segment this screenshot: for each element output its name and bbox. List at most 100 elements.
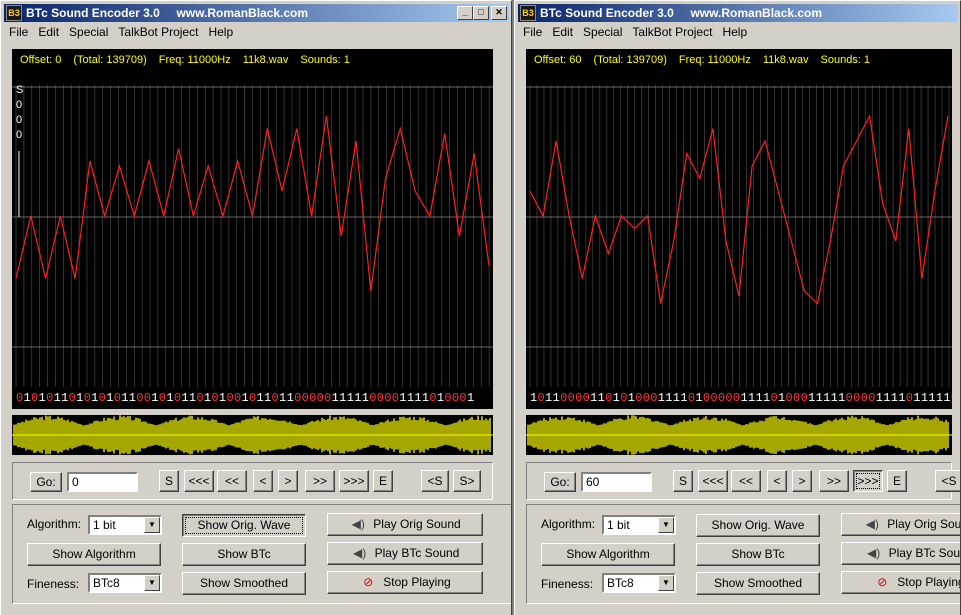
stop-playing-button[interactable]: ⊘ Stop Playing (327, 571, 483, 594)
overview-waveform[interactable] (12, 415, 493, 455)
show-orig-wave-button[interactable]: Show Orig. Wave (182, 514, 306, 537)
show-btc-button[interactable]: Show BTc (696, 543, 820, 566)
bit-value: 0 (324, 391, 332, 405)
bit-value: 1 (399, 391, 407, 405)
bit-value: 0 (384, 391, 392, 405)
waveform-display[interactable] (526, 71, 952, 387)
waveform-display[interactable]: S 0 0 0 (12, 71, 493, 387)
algorithm-select[interactable]: 1 bit ▼ (602, 515, 676, 535)
nav-button-fast-back-2[interactable]: << (731, 470, 761, 492)
navigation-panel: Go: 0 S <<< << < > >> >>> E <S S> (12, 462, 493, 500)
nav-button-prev-sound[interactable]: <S (935, 470, 960, 492)
bit-value: 1 (286, 391, 295, 405)
maximize-icon[interactable]: □ (473, 6, 489, 20)
nav-button-end[interactable]: E (373, 470, 393, 492)
play-btc-sound-button[interactable]: ◀) Play BTc Sound (841, 542, 960, 565)
title-bar[interactable]: B3 BTc Sound Encoder 3.0 www.RomanBlack.c… (518, 4, 958, 22)
bit-value: 1 (23, 391, 32, 405)
chevron-down-icon[interactable]: ▼ (658, 575, 674, 591)
minimize-icon[interactable]: _ (457, 6, 473, 20)
go-button[interactable]: Go: (544, 472, 576, 492)
go-button[interactable]: Go: (30, 472, 62, 492)
fineness-value: BTc8 (93, 576, 120, 590)
stop-sign-icon: ⊘ (363, 575, 374, 589)
speaker-icon: ◀) (865, 517, 879, 531)
bit-value: 1 (815, 391, 824, 405)
fineness-label: Fineness: (541, 577, 594, 591)
app-icon[interactable]: B3 (520, 5, 536, 21)
bit-value: 1 (530, 391, 538, 405)
nav-button-forward[interactable]: > (278, 470, 298, 492)
title-bar[interactable]: B3 BTc Sound Encoder 3.0 www.RomanBlack.c… (4, 4, 509, 22)
nav-button-back[interactable]: < (253, 470, 273, 492)
info-strip: Offset: 60 (Total: 139709) Freq: 11000Hz 11… (526, 49, 952, 71)
nav-button-fast-back-3[interactable]: <<< (184, 470, 214, 492)
menu-item-help[interactable]: Help (717, 23, 752, 42)
bit-value: 0 (68, 391, 77, 405)
show-orig-wave-button[interactable]: Show Orig. Wave (696, 514, 820, 537)
menu-item-talkbot-project[interactable]: TalkBot Project (113, 23, 203, 42)
bit-value: 0 (429, 391, 437, 405)
nav-button-fast-forward-3[interactable]: >>> (853, 470, 883, 492)
vertical-label-char: 0 (16, 129, 22, 141)
nav-button-back[interactable]: < (767, 470, 787, 492)
app-icon[interactable]: B3 (6, 5, 22, 21)
menu-item-edit[interactable]: Edit (33, 23, 64, 42)
play-orig-sound-button[interactable]: ◀) Play Orig Sound (841, 513, 961, 536)
nav-button-fast-forward-2[interactable]: >> (819, 470, 849, 492)
menu-item-special[interactable]: Special (578, 23, 627, 42)
speaker-icon: ◀) (867, 546, 881, 560)
show-algorithm-button[interactable]: Show Algorithm (541, 543, 675, 566)
nav-button-fast-forward-2[interactable]: >> (305, 470, 335, 492)
nav-button-next-sound[interactable]: S> (453, 470, 481, 492)
close-icon[interactable]: ✕ (491, 6, 507, 20)
fineness-select[interactable]: BTc8 ▼ (88, 573, 162, 593)
nav-button-start[interactable]: S (673, 470, 693, 492)
play-btc-sound-button[interactable]: ◀) Play BTc Sound (327, 542, 483, 565)
chevron-down-icon[interactable]: ▼ (144, 575, 160, 591)
algorithm-select[interactable]: 1 bit ▼ (88, 515, 162, 535)
show-smoothed-button[interactable]: Show Smoothed (182, 572, 306, 595)
overview-svg (526, 415, 952, 455)
offset-input[interactable]: 60 (581, 472, 652, 492)
bit-value: 0 (582, 391, 591, 405)
info-freq: Freq: 11000Hz (158, 54, 231, 66)
menu-item-edit[interactable]: Edit (547, 23, 578, 42)
stop-playing-button[interactable]: ⊘ Stop Playing (841, 571, 960, 594)
menu-item-help[interactable]: Help (203, 23, 238, 42)
offset-input[interactable]: 0 (67, 472, 138, 492)
button-label: Play Orig Sound (373, 517, 461, 531)
info-total: (Total: 139709) (73, 54, 147, 66)
vertical-label-char: 0 (16, 114, 22, 126)
nav-button-prev-sound[interactable]: <S (421, 470, 449, 492)
menu-item-file[interactable]: File (4, 23, 33, 42)
nav-button-end[interactable]: E (887, 470, 907, 492)
overview-svg (12, 415, 493, 455)
show-algorithm-button[interactable]: Show Algorithm (27, 543, 161, 566)
nav-button-fast-back-2[interactable]: << (217, 470, 247, 492)
fineness-select[interactable]: BTc8 ▼ (602, 573, 676, 593)
play-orig-sound-button[interactable]: ◀) Play Orig Sound (327, 513, 483, 536)
menu-item-talkbot-project[interactable]: TalkBot Project (627, 23, 717, 42)
button-label: Play Orig Sound (887, 517, 961, 531)
bit-value: 1 (279, 391, 287, 405)
nav-button-start[interactable]: S (159, 470, 179, 492)
bit-value: 1 (339, 391, 347, 405)
menu-item-special[interactable]: Special (64, 23, 113, 42)
speaker-icon: ◀) (351, 517, 365, 531)
bit-value: 1 (762, 391, 771, 405)
chevron-down-icon[interactable]: ▼ (658, 517, 674, 533)
show-smoothed-button[interactable]: Show Smoothed (696, 572, 820, 595)
bit-value: 0 (271, 391, 280, 405)
bit-value: 0 (793, 391, 801, 405)
chevron-down-icon[interactable]: ▼ (144, 517, 160, 533)
show-btc-button[interactable]: Show BTc (182, 543, 306, 566)
bit-value: 1 (38, 391, 47, 405)
nav-button-forward[interactable]: > (792, 470, 812, 492)
menu-item-file[interactable]: File (518, 23, 547, 42)
nav-button-fast-back-3[interactable]: <<< (698, 470, 728, 492)
bit-value: 1 (166, 391, 174, 405)
overview-waveform[interactable] (526, 415, 952, 455)
algorithm-label: Algorithm: (27, 517, 82, 531)
nav-button-fast-forward-3[interactable]: >>> (339, 470, 369, 492)
